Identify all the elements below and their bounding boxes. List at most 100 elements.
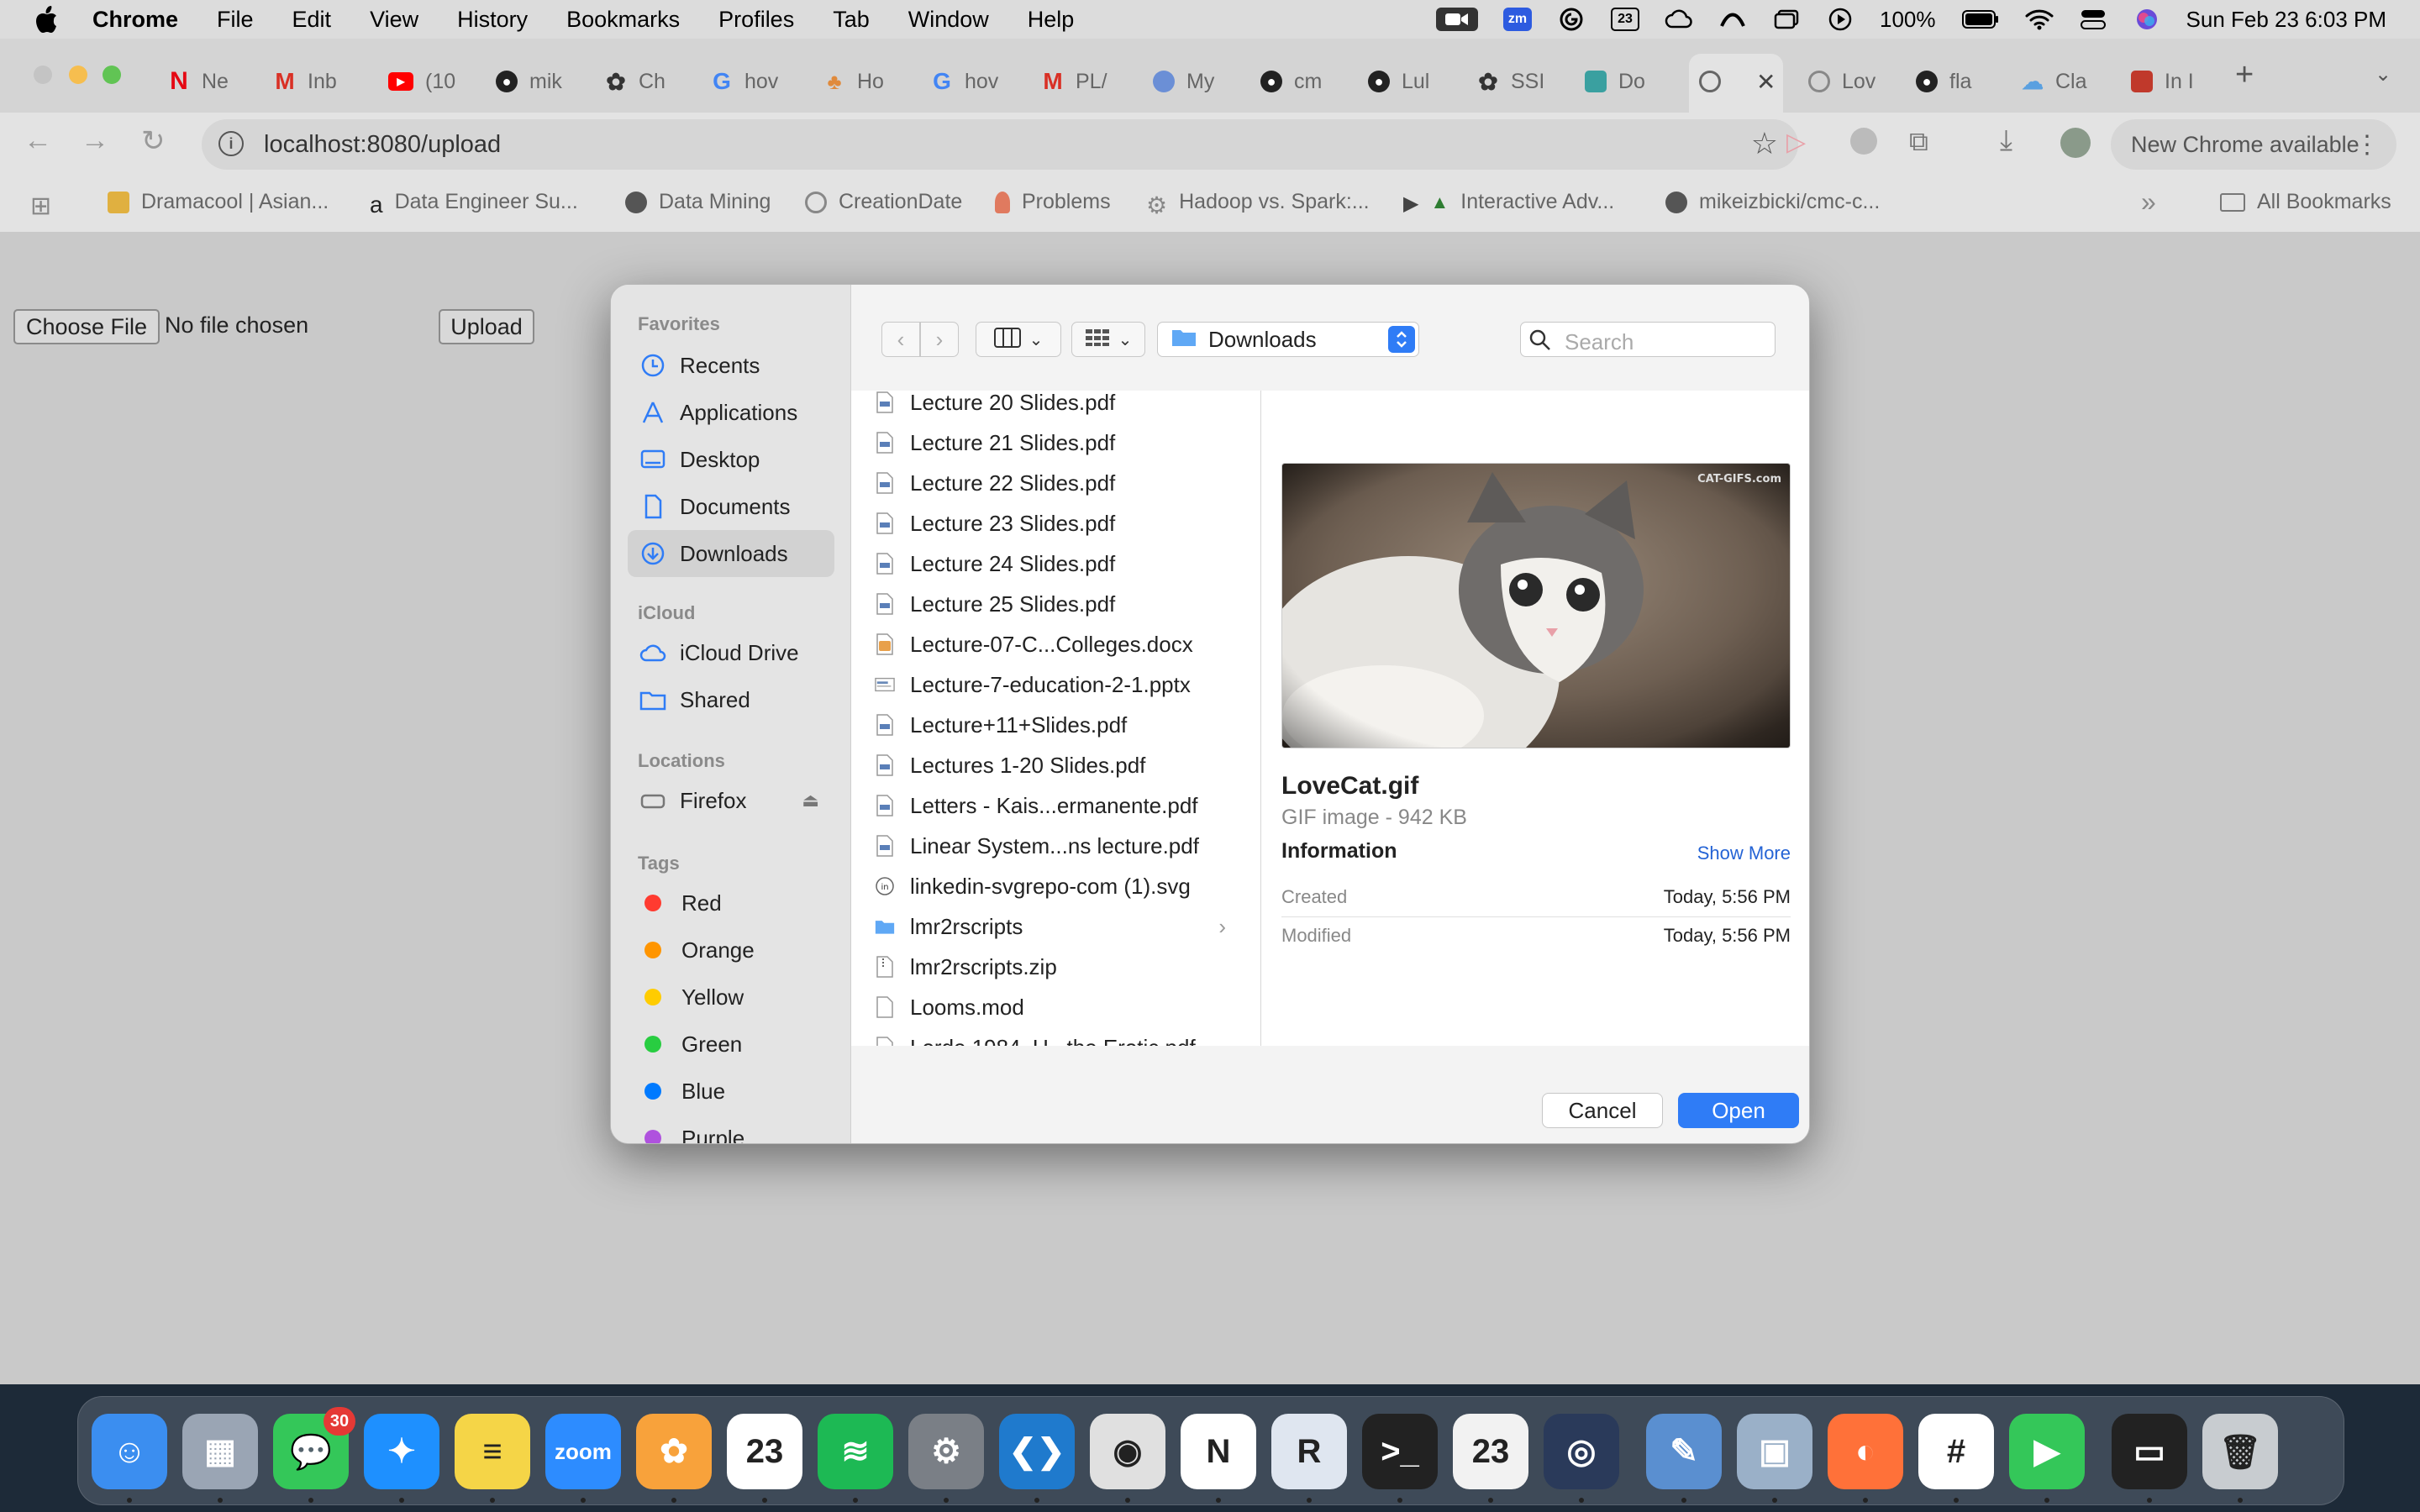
bookmark-0[interactable]: Dramacool | Asian... — [108, 190, 329, 214]
bookmark-5[interactable]: ⚙ Hadoop vs. Spark:... — [1146, 190, 1370, 218]
file-row[interactable]: Lecture 24 Slides.pdf — [863, 545, 1238, 582]
control-center-icon[interactable] — [2079, 8, 2107, 31]
window-minimize-button[interactable] — [69, 66, 87, 84]
sidebar-tag-red[interactable]: Red — [628, 879, 834, 927]
file-row[interactable]: Linear System...ns lecture.pdf — [863, 827, 1238, 864]
photos-icon[interactable]: ✿ — [636, 1414, 712, 1489]
reload-icon[interactable]: ↻ — [141, 124, 166, 158]
sidebar-item-desktop[interactable]: Desktop — [628, 436, 834, 483]
zoom-menu-icon[interactable]: zm — [1503, 8, 1533, 31]
bookmark-4[interactable]: Problems — [995, 190, 1111, 214]
tab-search-icon[interactable]: ⌄ — [2375, 62, 2391, 87]
bookmark-7[interactable]: mikeizbicki/cmc-c... — [1665, 190, 1880, 214]
bookmark-3[interactable]: CreationDate — [805, 190, 962, 214]
tab-14[interactable]: ✕ — [1699, 55, 1776, 108]
dialog-search-field[interactable]: Search — [1520, 322, 1776, 357]
group-view-button[interactable]: ⌄ — [1071, 322, 1145, 357]
bookmark-star-icon[interactable]: ☆ — [1751, 126, 1778, 161]
preview-app-icon[interactable]: ✎ — [1646, 1414, 1722, 1489]
file-row[interactable]: Letters - Kais...ermanente.pdf — [863, 787, 1238, 824]
sidebar-item-icloud-drive[interactable]: iCloud Drive — [628, 629, 834, 676]
site-info-icon[interactable]: i — [218, 131, 244, 156]
tab-13[interactable]: Do — [1585, 55, 1645, 108]
tab-7[interactable]: Ghov — [931, 55, 998, 108]
arc-icon[interactable] — [1718, 8, 1747, 31]
file-row[interactable]: Lecture 23 Slides.pdf — [863, 505, 1238, 542]
play-circle-icon[interactable] — [1826, 8, 1854, 31]
tab-5[interactable]: Ghov — [711, 55, 778, 108]
url-text[interactable]: localhost:8080/upload — [264, 131, 501, 159]
screenshot-icon[interactable]: ▭ — [2112, 1414, 2187, 1489]
upload-button[interactable]: Upload — [439, 309, 534, 344]
slack-icon[interactable]: # — [1918, 1414, 1994, 1489]
cloud-sync-icon[interactable] — [1665, 8, 1693, 31]
tab-11[interactable]: ● Lul — [1368, 55, 1429, 108]
tab-2[interactable]: ▶ (10 — [388, 55, 455, 108]
menu-bookmarks[interactable]: Bookmarks — [566, 7, 680, 33]
bookmark-2[interactable]: Data Mining — [625, 190, 771, 214]
bookmarks-overflow-icon[interactable]: » — [2141, 186, 2156, 218]
menu-view[interactable]: View — [370, 7, 418, 33]
sidebar-tag-blue[interactable]: Blue — [628, 1068, 834, 1115]
file-row[interactable]: Lecture 25 Slides.pdf — [863, 585, 1238, 622]
window-icon[interactable] — [1772, 8, 1801, 31]
file-row[interactable]: Lecture 22 Slides.pdf — [863, 465, 1238, 501]
spotify-icon[interactable]: ≋ — [818, 1414, 893, 1489]
new-chrome-available-button[interactable]: New Chrome available ⋮ — [2111, 119, 2396, 170]
column-view-button[interactable]: ⌄ — [976, 322, 1061, 357]
menu-app-name[interactable]: Chrome — [92, 7, 178, 33]
menu-tab[interactable]: Tab — [833, 7, 870, 33]
tab-10[interactable]: ● cm — [1260, 55, 1322, 108]
kebab-menu-icon[interactable]: ⋮ — [2354, 130, 2380, 160]
tab-18[interactable]: In I — [2131, 55, 2194, 108]
file-row[interactable]: Lecture-07-C...Colleges.docx — [863, 626, 1238, 663]
tab-3[interactable]: ● mik — [496, 55, 562, 108]
menu-help[interactable]: Help — [1028, 7, 1075, 33]
apps-grid-icon[interactable]: ⊞ — [30, 192, 51, 221]
tab-4[interactable]: ✿ Ch — [605, 55, 666, 108]
sidebar-item-documents[interactable]: Documents — [628, 483, 834, 530]
back-icon[interactable]: ← — [24, 124, 52, 157]
file-row[interactable]: lmr2rscripts.zip — [863, 948, 1238, 985]
extension-arrow-icon[interactable]: ▷ — [1786, 128, 1806, 157]
file-row[interactable]: Lecture 21 Slides.pdf — [863, 424, 1238, 461]
sidebar-tag-orange[interactable]: Orange — [628, 927, 834, 974]
dialog-forward-button[interactable]: › — [920, 322, 959, 357]
menu-clock[interactable]: Sun Feb 23 6:03 PM — [2186, 7, 2386, 33]
siri-icon[interactable] — [2133, 8, 2161, 31]
facetime-icon[interactable]: ▶ — [2009, 1414, 2085, 1489]
sidebar-tag-purple[interactable]: Purple — [628, 1115, 834, 1143]
new-tab-icon[interactable]: + — [2235, 57, 2254, 93]
calendar-widget-icon[interactable]: 23 — [1453, 1414, 1528, 1489]
activity-icon[interactable]: ◎ — [1544, 1414, 1619, 1489]
extensions-puzzle-icon[interactable]: ⧉ — [1909, 126, 1928, 158]
apple-icon[interactable] — [34, 5, 59, 34]
tab-close-icon[interactable]: ✕ — [1756, 68, 1776, 96]
dialog-back-button[interactable]: ‹ — [881, 322, 920, 357]
tab-16[interactable]: ● fla — [1916, 55, 1971, 108]
menu-edit[interactable]: Edit — [292, 7, 332, 33]
tab-8[interactable]: M PL/ — [1042, 55, 1107, 108]
open-button[interactable]: Open — [1678, 1093, 1799, 1128]
video-camera-icon[interactable] — [1436, 8, 1479, 31]
messages-icon[interactable]: 💬 30 — [273, 1407, 355, 1489]
tab-1[interactable]: M Inb — [274, 55, 336, 108]
system-settings-icon[interactable]: ⚙ — [908, 1414, 984, 1489]
all-bookmarks-button[interactable]: All Bookmarks — [2220, 190, 2391, 214]
tab-9[interactable]: My — [1153, 55, 1214, 108]
menu-history[interactable]: History — [457, 7, 528, 33]
notes-icon[interactable]: ≡ — [455, 1414, 530, 1489]
window-zoom-button[interactable] — [103, 66, 121, 84]
sidebar-tag-green[interactable]: Green — [628, 1021, 834, 1068]
file-row[interactable]: Lecture+11+Slides.pdf — [863, 706, 1238, 743]
grammarly-icon[interactable] — [1557, 8, 1586, 31]
file-row[interactable]: Lorde 1984_U...the Erotic.pdf — [863, 1029, 1238, 1046]
safari-icon[interactable]: ✦ — [364, 1414, 439, 1489]
file-row[interactable]: in linkedin-svgrepo-com (1).svg — [863, 868, 1238, 905]
menu-window[interactable]: Window — [908, 7, 989, 33]
photo-viewer-icon[interactable]: ▣ — [1737, 1414, 1812, 1489]
choose-file-button[interactable]: Choose File — [13, 309, 160, 344]
extension-c-icon[interactable] — [1850, 128, 1877, 155]
profile-avatar[interactable] — [2060, 128, 2091, 158]
chrome-icon[interactable]: ◉ — [1090, 1414, 1165, 1489]
